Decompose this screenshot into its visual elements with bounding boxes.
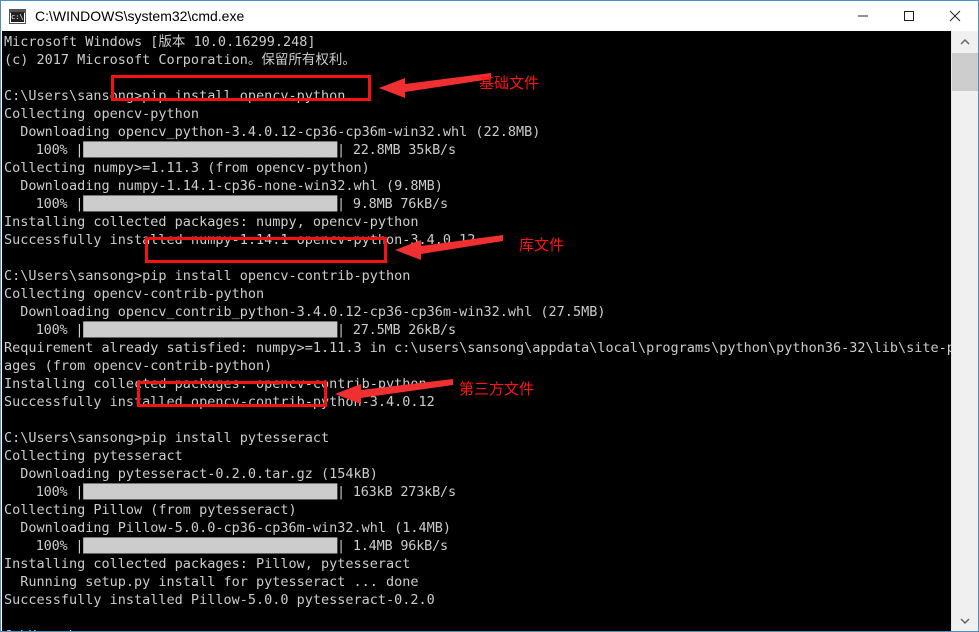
console-line: Successfully installed numpy-1.14.1 open… — [4, 232, 476, 248]
console-line: 100% |████████████████████████████████| … — [4, 538, 448, 554]
console-line: Requirement already satisfied: numpy>=1.… — [4, 340, 979, 356]
console-line: Successfully installed opencv-contrib-py… — [4, 394, 435, 410]
scrollbar-track[interactable] — [952, 53, 978, 610]
console-text: Microsoft Windows [版本 10.0.16299.248] (c)… — [2, 33, 979, 631]
maximize-icon — [904, 11, 914, 21]
console-line: Downloading numpy-1.14.1-cp36-none-win32… — [4, 178, 443, 194]
minimize-icon — [858, 15, 868, 17]
console-line: 100% |████████████████████████████████| … — [4, 196, 448, 212]
console-line: C:\Users\sansong>pip install opencv-pyth… — [4, 88, 346, 104]
scroll-up-button[interactable] — [952, 31, 978, 53]
console-line: 100% |████████████████████████████████| … — [4, 142, 456, 158]
console-line: Installing collected packages: Pillow, p… — [4, 556, 411, 572]
maximize-button[interactable] — [886, 1, 932, 31]
console-line: Collecting opencv-contrib-python — [4, 286, 265, 302]
console-line: Downloading opencv_python-3.4.0.12-cp36-… — [4, 124, 541, 140]
console-line: Downloading Pillow-5.0.0-cp36-cp36m-win3… — [4, 520, 452, 536]
chevron-up-icon — [960, 39, 970, 45]
console-line: 100% |████████████████████████████████| … — [4, 322, 456, 338]
window-controls — [840, 1, 978, 31]
console-line: Successfully installed Pillow-5.0.0 pyte… — [4, 592, 435, 608]
close-button[interactable] — [932, 1, 978, 31]
console-output-area[interactable]: Microsoft Windows [版本 10.0.16299.248] (c)… — [2, 31, 979, 631]
console-line: Running setup.py install for pytesseract… — [4, 574, 419, 590]
console-line: (c) 2017 Microsoft Corporation。保留所有权利。 — [4, 52, 356, 68]
console-line: ages (from opencv-contrib-python) — [4, 358, 273, 374]
window-title: C:\WINDOWS\system32\cmd.exe — [35, 8, 245, 24]
console-line: Installing collected packages: opencv-co… — [4, 376, 427, 392]
console-line: Microsoft Windows [版本 10.0.16299.248] — [4, 34, 316, 50]
cmd-icon — [9, 8, 26, 24]
scrollbar-thumb[interactable] — [952, 53, 978, 91]
scroll-down-button[interactable] — [952, 610, 978, 631]
console-line: Installing collected packages: numpy, op… — [4, 214, 419, 230]
minimize-button[interactable] — [840, 1, 886, 31]
chevron-down-icon — [960, 618, 970, 624]
console-line: Downloading pytesseract-0.2.0.tar.gz (15… — [4, 466, 378, 482]
console-line: C:\Users\sansong> — [4, 627, 952, 631]
console-line: C:\Users\sansong>pip install pytesseract — [4, 430, 330, 446]
console-line: Collecting numpy>=1.11.3 (from opencv-py… — [4, 160, 370, 176]
close-icon — [949, 10, 961, 22]
cmd-window: C:\WINDOWS\system32\cmd.exe Microsof — [0, 0, 979, 632]
vertical-scrollbar[interactable] — [951, 31, 978, 631]
console-line: Collecting opencv-python — [4, 106, 200, 122]
title-bar[interactable]: C:\WINDOWS\system32\cmd.exe — [1, 1, 978, 31]
console-line: Collecting Pillow (from pytesseract) — [4, 502, 297, 518]
console-line: 100% |████████████████████████████████| … — [4, 484, 456, 500]
console-line: C:\Users\sansong>pip install opencv-cont… — [4, 268, 411, 284]
console-line: Collecting pytesseract — [4, 448, 183, 464]
console-line: Downloading opencv_contrib_python-3.4.0.… — [4, 304, 606, 320]
